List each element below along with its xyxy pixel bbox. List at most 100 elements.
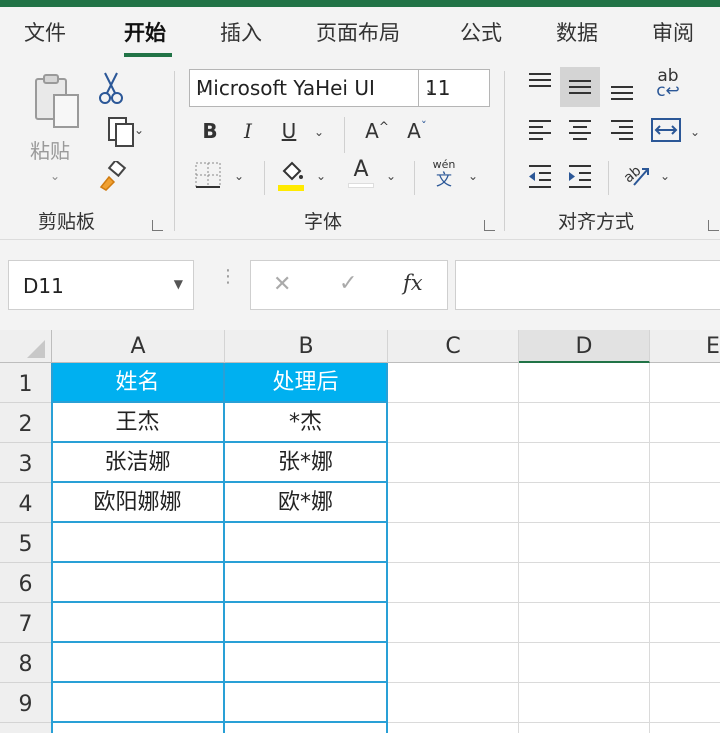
bold-button[interactable]: B [198,119,222,143]
cell-d4[interactable] [519,483,650,523]
orientation-button[interactable]: ab [618,159,654,196]
column-header-a[interactable]: A [52,330,225,363]
cell-e8[interactable] [650,643,720,683]
align-middle-button[interactable] [560,67,600,107]
cell-d8[interactable] [519,643,650,683]
merge-center-button[interactable] [648,115,684,150]
row-header[interactable]: 8 [0,643,52,683]
cell-d10[interactable] [519,723,650,733]
cell-e6[interactable] [650,563,720,603]
align-bottom-button[interactable] [604,69,640,108]
tab-home[interactable]: 开始 [124,17,166,47]
copy-button[interactable]: ⌄ [94,115,148,154]
chevron-down-icon[interactable]: ⌄ [316,169,326,183]
cell-b4[interactable]: 欧*娜 [225,483,388,523]
column-header-d[interactable]: D [519,330,650,363]
decrease-indent-button[interactable] [522,161,558,196]
tab-formulas[interactable]: 公式 [460,17,502,47]
cell-c1[interactable] [388,363,519,403]
tab-data[interactable]: 数据 [556,17,598,47]
cell-a6[interactable] [52,563,225,603]
cell-d2[interactable] [519,403,650,443]
format-painter-button[interactable] [96,158,128,196]
font-color-button[interactable]: A [346,157,376,188]
phonetic-guide-button[interactable]: wén 文 [428,159,460,189]
tab-file[interactable]: 文件 [24,17,66,47]
cell-e3[interactable] [650,443,720,483]
chevron-down-icon[interactable]: ⌄ [468,169,478,183]
select-all-button[interactable] [0,330,52,363]
cell-a9[interactable] [52,683,225,723]
insert-function-icon[interactable]: fx [403,271,423,295]
cell-a2[interactable]: 王杰 [52,403,225,443]
font-name-select[interactable]: Microsoft YaHei UI ⌄ [189,69,419,107]
row-header[interactable]: 9 [0,683,52,723]
cell-a4[interactable]: 欧阳娜娜 [52,483,225,523]
cell-d6[interactable] [519,563,650,603]
cell-b8[interactable] [225,643,388,683]
chevron-down-icon[interactable]: ⌄ [660,169,670,183]
cell-b2[interactable]: *杰 [225,403,388,443]
align-right-button[interactable] [604,115,640,150]
cell-a8[interactable] [52,643,225,683]
cell-a1[interactable]: 姓名 [52,363,225,403]
borders-button[interactable] [194,161,222,194]
enter-icon[interactable]: ✓ [339,271,357,296]
cell-a7[interactable] [52,603,225,643]
cell-d9[interactable] [519,683,650,723]
grow-font-button[interactable]: A^ [362,119,392,143]
drag-handle-icon[interactable]: ⋮ [219,268,237,286]
cell-d5[interactable] [519,523,650,563]
cell-b3[interactable]: 张*娜 [225,443,388,483]
cell-e2[interactable] [650,403,720,443]
column-header-b[interactable]: B [225,330,388,363]
cell-e9[interactable] [650,683,720,723]
tab-review[interactable]: 审阅 [652,17,694,47]
dialog-launcher-icon[interactable] [484,220,495,231]
cell-d1[interactable] [519,363,650,403]
cell-a5[interactable] [52,523,225,563]
chevron-down-icon[interactable]: ⌄ [386,169,396,183]
increase-indent-button[interactable] [562,161,598,196]
column-header-c[interactable]: C [388,330,519,363]
cut-button[interactable] [96,71,126,110]
cell-c2[interactable] [388,403,519,443]
cell-b7[interactable] [225,603,388,643]
row-header[interactable] [0,723,52,733]
formula-input[interactable] [455,260,720,310]
cell-c5[interactable] [388,523,519,563]
align-left-button[interactable] [522,115,558,150]
fill-color-button[interactable] [276,157,306,198]
italic-button[interactable]: I [238,119,258,143]
cell-c3[interactable] [388,443,519,483]
underline-button[interactable]: U [276,119,302,143]
cell-c9[interactable] [388,683,519,723]
tab-page-layout[interactable]: 页面布局 [316,17,400,47]
cell-c8[interactable] [388,643,519,683]
cell-c4[interactable] [388,483,519,523]
cell-b10[interactable] [225,723,388,733]
dialog-launcher-icon[interactable] [152,220,163,231]
paste-button[interactable]: 粘贴 ⌄ [26,73,86,183]
wrap-text-button[interactable]: ab c↩ [650,68,686,100]
cell-c7[interactable] [388,603,519,643]
row-header[interactable]: 6 [0,563,52,603]
chevron-down-icon[interactable]: ⌄ [314,125,324,139]
font-size-select[interactable]: 11 ⌄ [418,69,490,107]
cell-a10[interactable] [52,723,225,733]
cell-e4[interactable] [650,483,720,523]
row-header[interactable]: 1 [0,363,52,403]
cell-b1[interactable]: 处理后 [225,363,388,403]
name-box[interactable]: D11 ▼ [8,260,194,310]
row-header[interactable]: 4 [0,483,52,523]
chevron-down-icon[interactable]: ⌄ [234,169,244,183]
cell-c10[interactable] [388,723,519,733]
cell-c6[interactable] [388,563,519,603]
cell-e5[interactable] [650,523,720,563]
row-header[interactable]: 5 [0,523,52,563]
cell-a3[interactable]: 张洁娜 [52,443,225,483]
column-header-e[interactable]: E [650,330,720,363]
row-header[interactable]: 3 [0,443,52,483]
chevron-down-icon[interactable]: ⌄ [690,125,700,139]
cell-e7[interactable] [650,603,720,643]
